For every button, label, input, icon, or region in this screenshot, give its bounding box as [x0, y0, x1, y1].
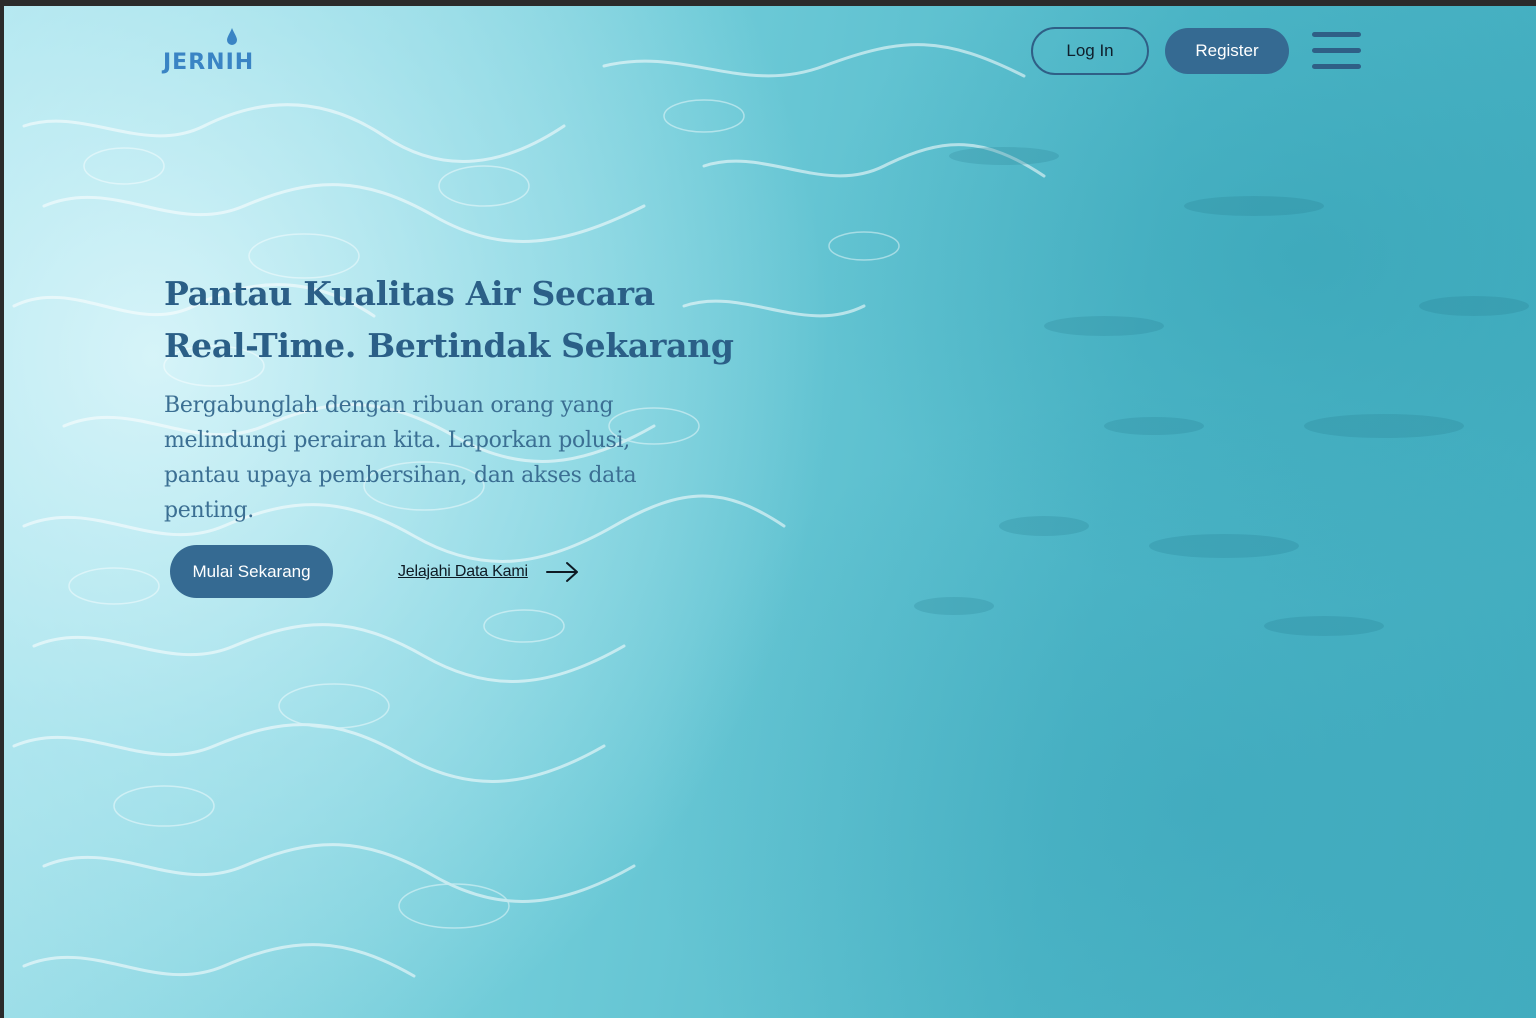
menu-bar-middle	[1312, 48, 1361, 53]
register-button[interactable]: Register	[1165, 28, 1289, 74]
hamburger-menu-icon[interactable]	[1312, 30, 1362, 72]
hero-section: Pantau Kualitas Air Secara Real-Time. Be…	[164, 268, 784, 528]
menu-bar-top	[1312, 32, 1361, 37]
top-navigation: JERNIH Log In Register	[4, 6, 1536, 106]
menu-bar-bottom	[1312, 64, 1361, 69]
start-now-button[interactable]: Mulai Sekarang	[170, 545, 333, 598]
page-frame: JERNIH Log In Register Pantau Kualitas A…	[4, 6, 1536, 1018]
hero-title-line-1: Pantau Kualitas Air Secara	[164, 274, 655, 313]
explore-data-link[interactable]: Jelajahi Data Kami	[398, 559, 580, 585]
brand-logo-text: JERNIH	[163, 50, 255, 75]
explore-data-label: Jelajahi Data Kami	[398, 563, 528, 580]
hero-title-line-2: Real-Time. Bertindak Sekarang	[164, 326, 734, 365]
hero-subtitle: Bergabunglah dengan ribuan orang yang me…	[164, 393, 637, 523]
brand-logo[interactable]: JERNIH	[163, 28, 263, 78]
water-drop-icon	[227, 28, 237, 45]
login-button[interactable]: Log In	[1031, 27, 1149, 75]
hero-title: Pantau Kualitas Air Secara Real-Time. Be…	[164, 268, 784, 372]
arrow-right-icon	[545, 562, 578, 582]
